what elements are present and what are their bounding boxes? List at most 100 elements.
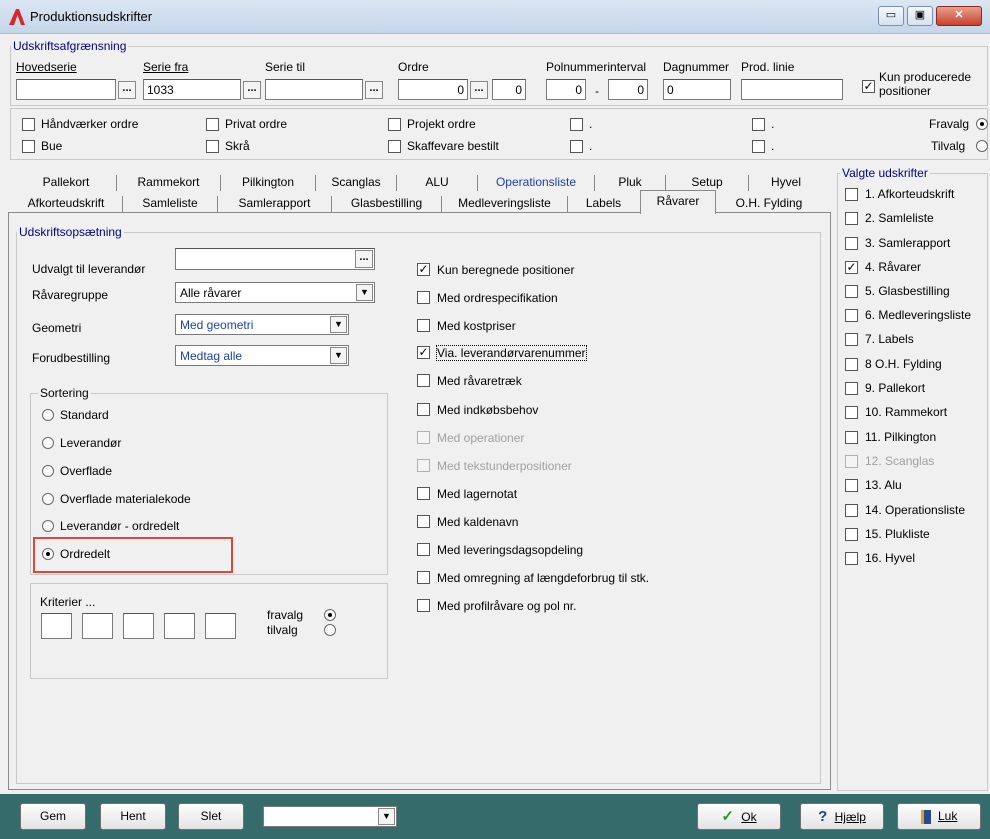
leverandor-input[interactable] xyxy=(175,248,375,270)
close-button[interactable]: ✕ xyxy=(936,6,982,26)
kriterie-input-4[interactable] xyxy=(164,613,195,639)
geometri-dropdown-arrow[interactable]: ▼ xyxy=(330,316,347,333)
valgt-operationsliste-checkbox[interactable] xyxy=(845,504,858,517)
opt-indkobsbehov-checkbox[interactable] xyxy=(417,403,430,416)
tab-labels[interactable]: Labels xyxy=(568,194,639,214)
valgt-glasbestilling-checkbox[interactable] xyxy=(845,285,858,298)
forudbestilling-dropdown[interactable]: Medtag alle xyxy=(175,345,349,366)
pol-from-input[interactable]: 0 xyxy=(546,79,586,100)
opt-leverandorvarenummer-checkbox[interactable]: ✓ xyxy=(417,346,430,359)
luk-button[interactable]: Luk xyxy=(897,803,981,830)
ordertype-blank3-checkbox[interactable] xyxy=(570,140,583,153)
ok-button[interactable]: ✓ Ok xyxy=(697,803,781,830)
ordertype-blank2-checkbox[interactable] xyxy=(752,118,765,131)
kun-producerede-checkbox[interactable]: ✓ xyxy=(862,80,875,93)
ordertype-bue-checkbox[interactable] xyxy=(22,140,35,153)
opt-lagernotat-checkbox[interactable] xyxy=(417,487,430,500)
opt-profilravare-checkbox[interactable] xyxy=(417,599,430,612)
ordertype-privat-checkbox[interactable] xyxy=(206,118,219,131)
minimize-button[interactable]: ▭ xyxy=(878,6,904,26)
ordertype-skaffevare-checkbox[interactable] xyxy=(388,140,401,153)
tab-alu[interactable]: ALU xyxy=(397,173,477,193)
slet-button[interactable]: Slet xyxy=(178,803,244,830)
tab-scanglas[interactable]: Scanglas xyxy=(316,173,396,193)
valgt-plukliste-checkbox[interactable] xyxy=(845,528,858,541)
prodlinie-input[interactable] xyxy=(741,79,843,100)
valgt-oh-fylding-label: 8 O.H. Fylding xyxy=(865,357,942,371)
valgt-rammekort-checkbox[interactable] xyxy=(845,406,858,419)
tab-pallekort[interactable]: Pallekort xyxy=(16,173,116,193)
serie-til-input[interactable] xyxy=(265,79,363,100)
pol-to-input[interactable]: 0 xyxy=(608,79,648,100)
opt-ravaretraek-checkbox[interactable] xyxy=(417,374,430,387)
tab-pilkington[interactable]: Pilkington xyxy=(221,173,315,193)
valgt-pallekort-checkbox[interactable] xyxy=(845,382,858,395)
dagnummer-input[interactable]: 0 xyxy=(663,79,731,100)
valgt-afkorteudskrift-checkbox[interactable] xyxy=(845,188,858,201)
hovedserie-lookup-button[interactable]: ... xyxy=(118,81,136,99)
ordre-from-input[interactable]: 0 xyxy=(398,79,468,100)
tab-oh-fylding[interactable]: O.H. Fylding xyxy=(716,194,822,214)
fravalg-radio[interactable] xyxy=(976,118,988,130)
serie-fra-input[interactable]: 1033 xyxy=(143,79,241,100)
tilvalg-radio[interactable] xyxy=(976,140,988,152)
hjaelp-button[interactable]: ? Hjælp xyxy=(800,803,884,830)
leverandor-lookup-button[interactable]: ... xyxy=(355,250,373,268)
sort-overflade-radio[interactable] xyxy=(42,465,54,477)
valgt-labels-checkbox[interactable] xyxy=(845,333,858,346)
sort-leverandor-radio[interactable] xyxy=(42,437,54,449)
opt-ordrespecifikation-checkbox[interactable] xyxy=(417,291,430,304)
ravaregruppe-dropdown-arrow[interactable]: ▼ xyxy=(356,284,373,301)
valgt-oh-fylding-checkbox[interactable] xyxy=(845,358,858,371)
sort-overflade-materialekode-radio[interactable] xyxy=(42,493,54,505)
footer-dropdown-arrow[interactable]: ▼ xyxy=(378,808,395,825)
tab-afkorteudskrift[interactable]: Afkorteudskrift xyxy=(10,194,122,214)
hovedserie-input[interactable] xyxy=(16,79,116,100)
sort-standard-radio[interactable] xyxy=(42,409,54,421)
valgt-hyvel-checkbox[interactable] xyxy=(845,552,858,565)
ordertype-haandvaerker-checkbox[interactable] xyxy=(22,118,35,131)
tab-hyvel[interactable]: Hyvel xyxy=(749,173,823,193)
opt-kun-beregnede-checkbox[interactable]: ✓ xyxy=(417,263,430,276)
leverandor-label: Udvalgt til leverandør xyxy=(32,262,146,276)
tab-samleliste[interactable]: Samleliste xyxy=(123,194,217,214)
forudbestilling-dropdown-arrow[interactable]: ▼ xyxy=(330,347,347,364)
footer-dropdown[interactable] xyxy=(263,806,397,827)
valgt-medleveringsliste-checkbox[interactable] xyxy=(845,309,858,322)
hent-button[interactable]: Hent xyxy=(100,803,166,830)
kriterie-input-3[interactable] xyxy=(123,613,154,639)
sort-leverandor-ordredelt-radio[interactable] xyxy=(42,520,54,532)
kriterier-tilvalg-radio[interactable] xyxy=(324,624,336,636)
tab-glasbestilling[interactable]: Glasbestilling xyxy=(332,194,441,214)
serie-til-lookup-button[interactable]: ... xyxy=(365,81,383,99)
opt-kaldenavn-checkbox[interactable] xyxy=(417,515,430,528)
opt-kostpriser-checkbox[interactable] xyxy=(417,319,430,332)
opt-omregning-checkbox[interactable] xyxy=(417,571,430,584)
tab-medleveringsliste[interactable]: Medleveringsliste xyxy=(442,194,567,214)
kriterie-input-1[interactable] xyxy=(41,613,72,639)
kriterie-input-5[interactable] xyxy=(205,613,236,639)
valgt-samlerapport-checkbox[interactable] xyxy=(845,237,858,250)
tab-samlerapport[interactable]: Samlerapport xyxy=(218,194,331,214)
opt-leveringsdagsopdeling-checkbox[interactable] xyxy=(417,543,430,556)
ordertype-skraa-checkbox[interactable] xyxy=(206,140,219,153)
tab-ravarer[interactable]: Råvarer xyxy=(640,190,716,214)
ordre-to-input[interactable]: 0 xyxy=(492,79,526,100)
tab-operationsliste[interactable]: Operationsliste xyxy=(478,173,594,193)
ravaregruppe-dropdown[interactable]: Alle råvarer xyxy=(175,282,375,303)
valgt-samleliste-checkbox[interactable] xyxy=(845,212,858,225)
ordre-lookup-button[interactable]: ... xyxy=(470,81,488,99)
valgt-ravarer-checkbox[interactable]: ✓ xyxy=(845,261,858,274)
tab-rammekort[interactable]: Rammekort xyxy=(117,173,220,193)
kriterier-fravalg-radio[interactable] xyxy=(324,609,336,621)
ordertype-blank1-checkbox[interactable] xyxy=(570,118,583,131)
serie-fra-lookup-button[interactable]: ... xyxy=(243,81,261,99)
kriterie-input-2[interactable] xyxy=(82,613,113,639)
ordertype-projekt-checkbox[interactable] xyxy=(388,118,401,131)
valgt-pilkington-checkbox[interactable] xyxy=(845,431,858,444)
ordertype-blank4-checkbox[interactable] xyxy=(752,140,765,153)
valgt-alu-checkbox[interactable] xyxy=(845,479,858,492)
maximize-button[interactable]: ▣ xyxy=(907,6,933,26)
geometri-dropdown[interactable]: Med geometri xyxy=(175,314,349,335)
gem-button[interactable]: Gem xyxy=(20,803,86,830)
